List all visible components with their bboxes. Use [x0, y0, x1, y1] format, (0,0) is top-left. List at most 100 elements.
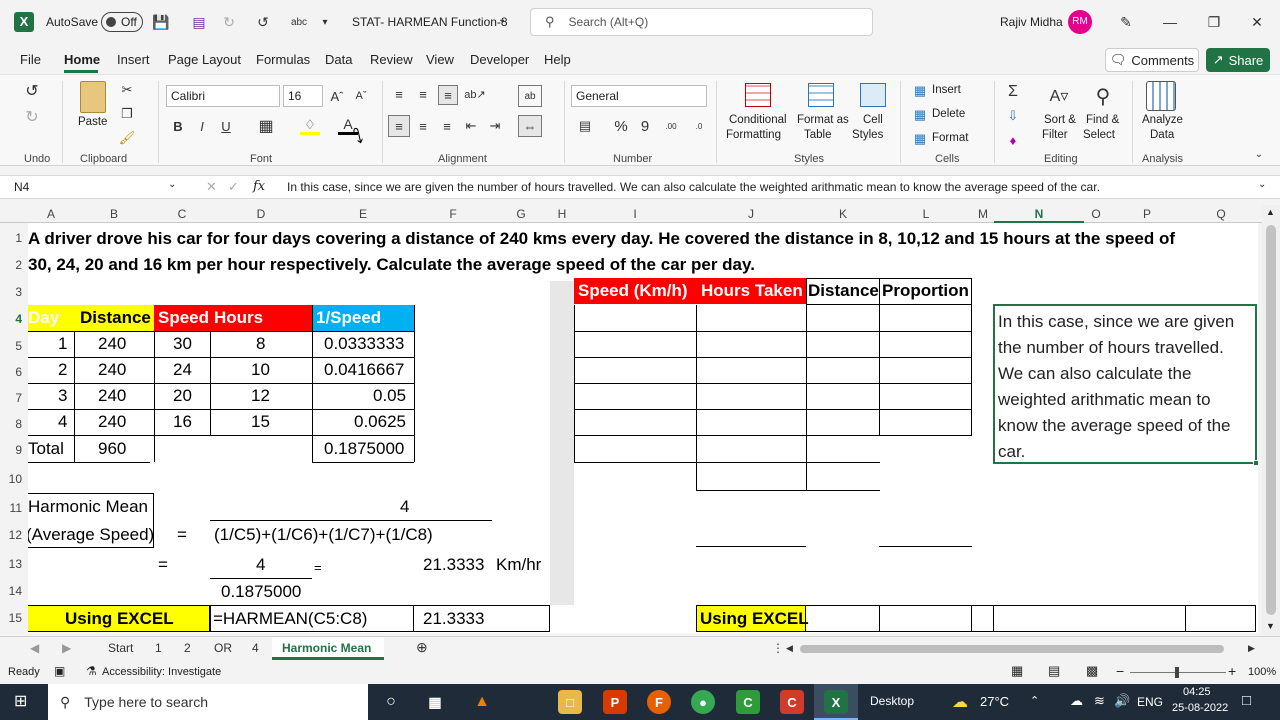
- decrease-decimal-icon[interactable]: .0: [688, 117, 710, 135]
- row-header[interactable]: 8: [0, 417, 22, 431]
- autosum-icon[interactable]: Σ: [1004, 83, 1022, 101]
- cell-reciprocal[interactable]: 0.0416667: [324, 357, 404, 383]
- avatar[interactable]: RM: [1068, 10, 1092, 34]
- zoom-in-icon[interactable]: +: [1228, 663, 1236, 679]
- camtasia-green-icon[interactable]: C: [736, 690, 760, 714]
- vlc-icon[interactable]: ▲: [470, 690, 494, 714]
- excel-row-cells[interactable]: [805, 605, 1256, 632]
- cell-styles-icon[interactable]: [860, 83, 886, 107]
- hscroll-left-icon[interactable]: ◀: [786, 643, 793, 654]
- tab-review[interactable]: Review: [370, 52, 413, 67]
- firefox-icon[interactable]: F: [647, 690, 671, 714]
- row-header[interactable]: 2: [0, 258, 22, 272]
- weather-icon[interactable]: ☁: [952, 692, 968, 712]
- orientation-icon[interactable]: ab↗: [464, 85, 486, 103]
- cell-reciprocal[interactable]: 0.0333333: [324, 331, 404, 357]
- sheet-tab[interactable]: OR: [214, 641, 232, 655]
- row-header[interactable]: 6: [0, 365, 22, 379]
- vertical-scrollbar[interactable]: ▲ ▼: [1262, 205, 1280, 635]
- language-indicator[interactable]: ENG: [1137, 695, 1163, 709]
- percent-icon[interactable]: %: [612, 117, 630, 135]
- align-bottom-icon[interactable]: ≡: [438, 85, 458, 105]
- next-sheet-icon[interactable]: ▶: [62, 641, 71, 655]
- merge-center-icon[interactable]: ⇔: [518, 115, 542, 137]
- row-header[interactable]: 3: [0, 285, 22, 299]
- column-header[interactable]: M: [972, 207, 994, 221]
- scroll-down-icon[interactable]: ▼: [1266, 621, 1275, 631]
- fill-handle[interactable]: [1253, 460, 1258, 466]
- cell-speed[interactable]: 20: [173, 383, 192, 409]
- show-hidden-icons[interactable]: ⌃: [1030, 694, 1039, 707]
- delete-cells-label[interactable]: Delete: [932, 107, 965, 121]
- numerator-2[interactable]: 4: [256, 552, 265, 578]
- column-header[interactable]: E: [312, 207, 414, 221]
- copy-icon[interactable]: ❐: [118, 105, 136, 123]
- tab-split-icon[interactable]: ⋮: [772, 641, 784, 655]
- autosave-toggle[interactable]: Off: [101, 12, 143, 32]
- conditional-formatting-icon[interactable]: [745, 83, 771, 107]
- row-header[interactable]: 13: [0, 557, 22, 571]
- conditional-formatting-label-1[interactable]: Conditional: [729, 113, 787, 127]
- taskbar-search[interactable]: ⚲ Type here to search: [48, 684, 368, 720]
- align-right-icon[interactable]: ≡: [438, 117, 456, 135]
- delete-cells-icon[interactable]: ▦: [912, 107, 928, 123]
- analyze-data-icon[interactable]: [1146, 81, 1176, 111]
- cell-day[interactable]: 3: [58, 383, 67, 409]
- align-middle-icon[interactable]: ≡: [414, 85, 432, 103]
- select-all-corner[interactable]: [0, 205, 28, 223]
- cell-speed[interactable]: 24: [173, 357, 192, 383]
- column-header[interactable]: J: [696, 207, 806, 221]
- row-header[interactable]: 5: [0, 339, 22, 353]
- column-header[interactable]: C: [154, 207, 210, 221]
- insert-function-icon[interactable]: fx: [253, 179, 265, 194]
- hscroll-right-icon[interactable]: ▶: [1248, 643, 1255, 654]
- paint-icon[interactable]: P: [603, 690, 627, 714]
- analyze-data-label-2[interactable]: Data: [1150, 128, 1174, 142]
- column-header[interactable]: D: [210, 207, 312, 221]
- column-header[interactable]: Q: [1186, 207, 1256, 221]
- worksheet-grid[interactable]: A driver drove his car for four days cov…: [28, 223, 1258, 633]
- increase-font-icon[interactable]: Aˆ: [328, 87, 346, 105]
- column-header[interactable]: G: [492, 207, 550, 221]
- zoom-slider-thumb[interactable]: [1175, 667, 1179, 678]
- clear-icon[interactable]: ♦: [1004, 131, 1022, 149]
- align-left-icon[interactable]: ≡: [388, 115, 410, 137]
- undo-icon[interactable]: ↺: [252, 10, 274, 34]
- redo-icon[interactable]: ↻: [20, 107, 44, 127]
- find-select-icon[interactable]: ⚲: [1090, 83, 1116, 109]
- row-header[interactable]: 15: [0, 611, 22, 625]
- numerator[interactable]: 4: [400, 494, 409, 520]
- add-sheet-icon[interactable]: ⊕: [416, 639, 428, 656]
- number-format-select[interactable]: General: [571, 85, 707, 107]
- analyze-data-label-1[interactable]: Analyze: [1142, 113, 1183, 127]
- network-icon[interactable]: ☁: [1070, 693, 1083, 709]
- font-size-select[interactable]: 16: [283, 85, 323, 107]
- cell-reciprocal[interactable]: 0.0625: [354, 409, 406, 435]
- row-header[interactable]: 7: [0, 391, 22, 405]
- notifications-icon[interactable]: □: [1242, 692, 1251, 709]
- zoom-level[interactable]: 100%: [1248, 666, 1276, 678]
- tab-insert[interactable]: Insert: [117, 52, 150, 67]
- customize-qat-icon[interactable]: ▾: [318, 10, 332, 34]
- hm-label-line-1[interactable]: Harmonic Mean: [28, 494, 148, 520]
- camtasia-red-icon[interactable]: C: [780, 690, 804, 714]
- tab-view[interactable]: View: [426, 52, 454, 67]
- cell-hours[interactable]: 8: [256, 331, 265, 357]
- cell-hours[interactable]: 10: [251, 357, 270, 383]
- decrease-indent-icon[interactable]: ⇤: [462, 117, 480, 135]
- result-unit[interactable]: Km/hr: [496, 552, 541, 578]
- cell-hours[interactable]: 15: [251, 409, 270, 435]
- scroll-thumb[interactable]: [1266, 225, 1276, 615]
- sheet-tab[interactable]: Start: [108, 641, 133, 655]
- borders-icon[interactable]: ▦: [256, 117, 276, 135]
- file-explorer-icon[interactable]: □: [558, 690, 582, 714]
- column-header[interactable]: L: [880, 207, 972, 221]
- enter-icon[interactable]: ✓: [228, 179, 239, 195]
- cancel-icon[interactable]: ✕: [206, 179, 217, 195]
- wifi-icon[interactable]: ≋: [1094, 693, 1105, 709]
- paste-label[interactable]: Paste: [78, 115, 107, 129]
- document-title[interactable]: STAT- HARMEAN Function-8: [352, 15, 508, 29]
- cell-styles-label-2[interactable]: Styles: [852, 128, 883, 142]
- sheet-tab[interactable]: 4: [252, 641, 259, 655]
- user-name[interactable]: Rajiv Midha: [1000, 15, 1063, 29]
